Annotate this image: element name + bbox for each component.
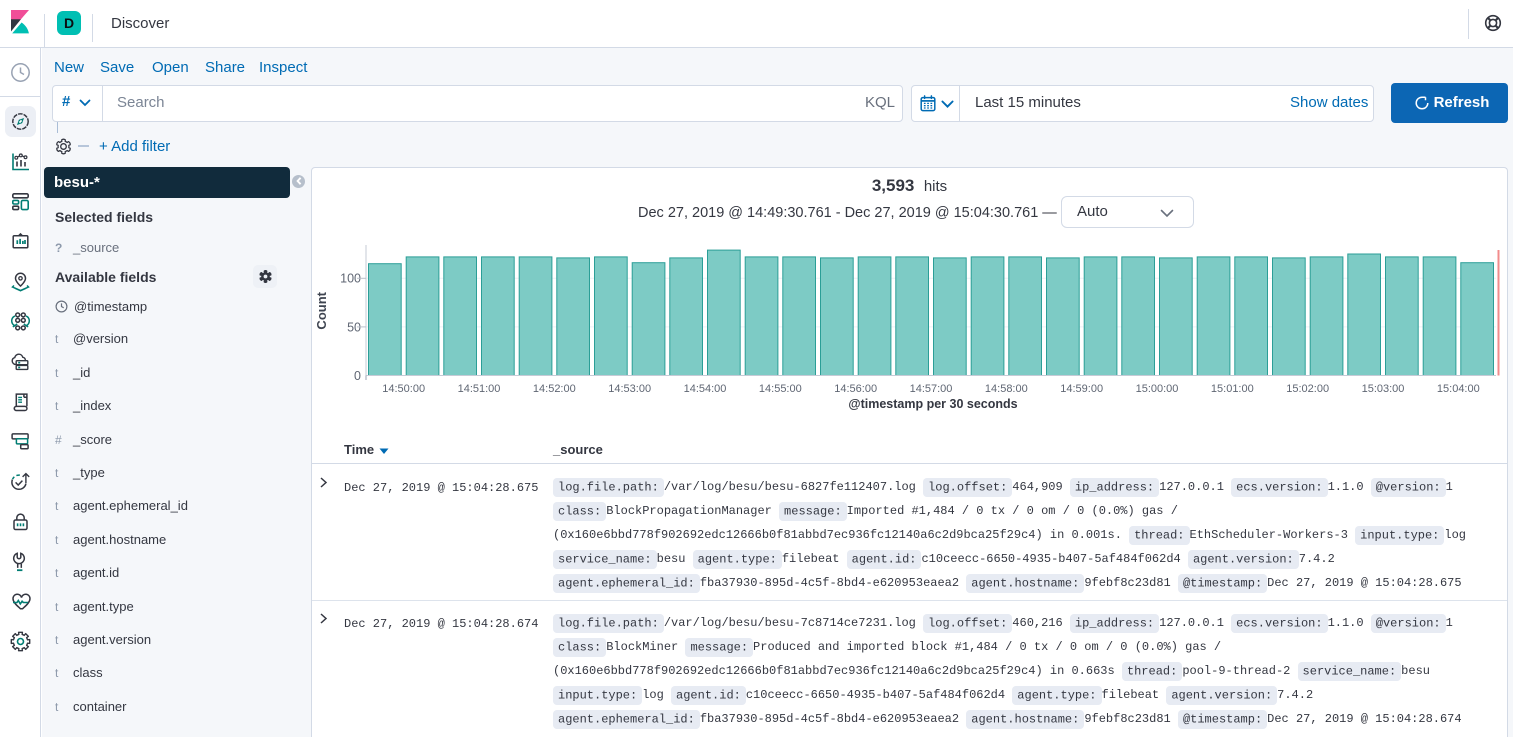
- svg-text:14:55:00: 14:55:00: [759, 383, 802, 395]
- svg-text:14:51:00: 14:51:00: [458, 383, 501, 395]
- svg-text:14:56:00: 14:56:00: [834, 383, 877, 395]
- svg-text:14:52:00: 14:52:00: [533, 383, 576, 395]
- svg-text:14:50:00: 14:50:00: [382, 383, 425, 395]
- svg-text:Count: Count: [314, 291, 329, 329]
- svg-text:15:03:00: 15:03:00: [1362, 383, 1405, 395]
- svg-text:15:01:00: 15:01:00: [1211, 383, 1254, 395]
- svg-text:@timestamp per 30 seconds: @timestamp per 30 seconds: [848, 397, 1017, 411]
- svg-text:15:02:00: 15:02:00: [1286, 383, 1329, 395]
- svg-text:0: 0: [354, 369, 361, 383]
- svg-text:14:59:00: 14:59:00: [1060, 383, 1103, 395]
- svg-text:14:54:00: 14:54:00: [684, 383, 727, 395]
- svg-text:15:00:00: 15:00:00: [1136, 383, 1179, 395]
- svg-text:15:04:00: 15:04:00: [1437, 383, 1480, 395]
- svg-text:14:58:00: 14:58:00: [985, 383, 1028, 395]
- svg-text:14:57:00: 14:57:00: [910, 383, 953, 395]
- svg-text:14:53:00: 14:53:00: [608, 383, 651, 395]
